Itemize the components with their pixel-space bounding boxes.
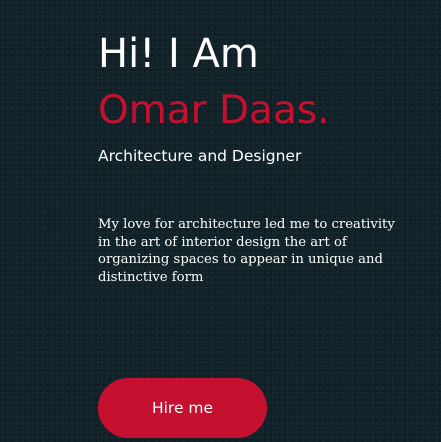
- hire-me-button[interactable]: Hire me: [98, 378, 267, 438]
- bio-paragraph: My love for architecture led me to creat…: [98, 217, 395, 285]
- greeting-heading: Hi! I Am: [98, 31, 259, 77]
- hero-section: Hi! I Am Omar Daas. Architecture and Des…: [98, 0, 428, 442]
- profession-subtitle: Architecture and Designer: [98, 147, 302, 165]
- owner-name: Omar Daas.: [98, 88, 330, 133]
